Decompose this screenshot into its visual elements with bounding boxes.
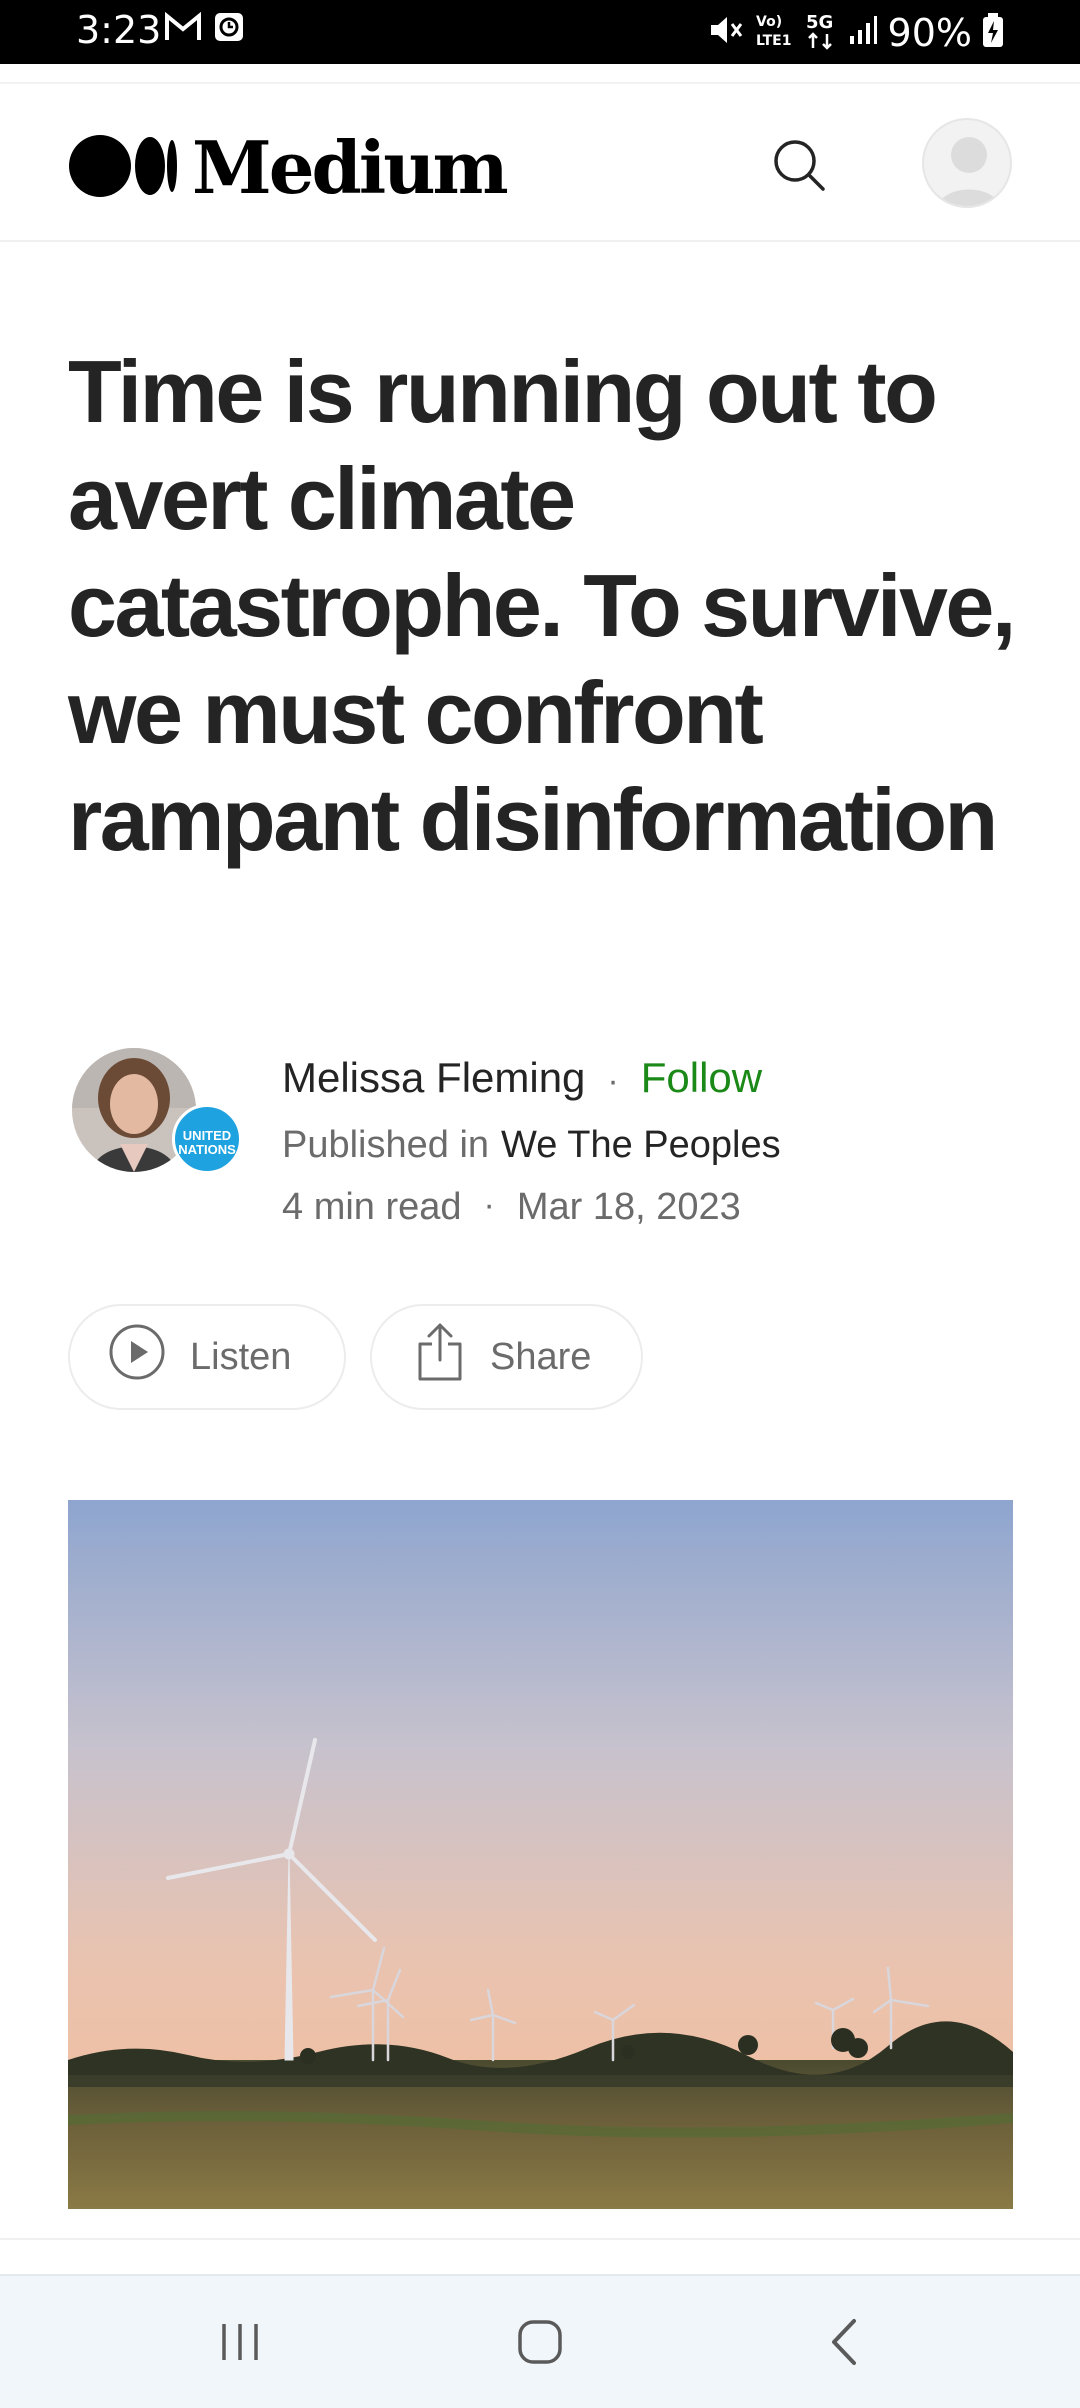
published-in-label: Published in — [282, 1124, 490, 1166]
status-bar: 3:23 Vo) LTE1 5G 90% — [0, 0, 1080, 64]
svg-text:LTE1: LTE1 — [756, 33, 791, 49]
battery-percentage: 90% — [887, 10, 972, 55]
article-meta: 4 min read · Mar 18, 2023 — [282, 1186, 741, 1229]
svg-text:5G: 5G — [806, 12, 833, 33]
home-button[interactable] — [500, 2312, 580, 2376]
profile-avatar-icon — [924, 137, 1010, 206]
search-button[interactable] — [764, 132, 834, 202]
svg-text:Vo): Vo) — [756, 14, 782, 30]
author-line: Melissa Fleming · Follow — [282, 1054, 762, 1102]
follow-button[interactable]: Follow — [641, 1054, 762, 1102]
share-icon — [416, 1322, 464, 1392]
listen-label: Listen — [190, 1335, 292, 1378]
recent-apps-icon — [218, 2320, 262, 2369]
volte-icon: Vo) LTE1 — [754, 11, 794, 54]
mute-icon — [708, 13, 744, 52]
article-title: Time is running out to avert climate cat… — [68, 342, 1016, 869]
signal-icon — [848, 14, 878, 51]
share-label: Share — [490, 1335, 592, 1378]
medium-logo[interactable]: Medium — [68, 125, 509, 210]
gmail-icon — [164, 11, 202, 47]
publication-badge[interactable]: UNITED NATIONS — [172, 1104, 242, 1174]
content-divider — [0, 2238, 1080, 2240]
recent-apps-button[interactable] — [200, 2312, 280, 2376]
logo-wordmark: Medium — [192, 125, 509, 210]
medium-logo-icon — [68, 134, 178, 203]
search-icon — [771, 137, 827, 198]
publish-date: Mar 18, 2023 — [516, 1186, 741, 1228]
read-time: 4 min read — [282, 1186, 462, 1228]
publication-line: Published in We The Peoples — [282, 1124, 781, 1167]
system-nav-bar — [0, 2274, 1080, 2408]
share-button[interactable]: Share — [370, 1304, 643, 1410]
listen-button[interactable]: Listen — [68, 1304, 346, 1410]
status-time: 3:23 — [76, 8, 162, 52]
app-header: Medium — [0, 82, 1080, 242]
profile-avatar-button[interactable] — [922, 118, 1012, 208]
clock-app-icon — [214, 12, 244, 47]
author-name[interactable]: Melissa Fleming — [282, 1054, 585, 1102]
separator-dot: · — [607, 1062, 619, 1100]
5g-icon: 5G — [804, 10, 838, 55]
separator-dot: · — [483, 1186, 495, 1224]
back-button[interactable] — [804, 2312, 884, 2376]
home-icon — [516, 2318, 564, 2371]
publication-link[interactable]: We The Peoples — [501, 1124, 781, 1167]
hero-image[interactable] — [68, 1500, 1013, 2209]
battery-charging-icon — [982, 12, 1004, 53]
play-icon — [108, 1323, 166, 1391]
back-icon — [824, 2317, 864, 2372]
